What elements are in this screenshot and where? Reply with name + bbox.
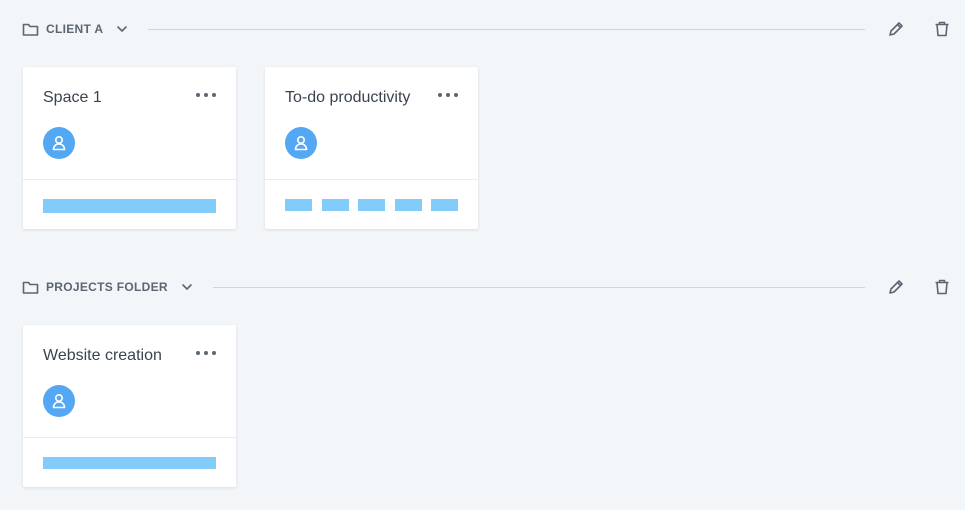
space-card[interactable]: To-do productivity xyxy=(265,67,478,229)
folder-actions xyxy=(885,18,965,40)
delete-folder-button[interactable] xyxy=(931,276,953,298)
folder-header: CLIENT A xyxy=(22,14,965,44)
progress-bar xyxy=(43,199,216,213)
edit-folder-button[interactable] xyxy=(885,18,907,40)
folder-name: PROJECTS FOLDER xyxy=(46,280,168,294)
more-dots-icon[interactable] xyxy=(438,87,458,103)
pencil-icon xyxy=(889,280,903,294)
user-icon xyxy=(52,135,66,151)
user-icon xyxy=(294,135,308,151)
avatar xyxy=(43,385,75,417)
avatar xyxy=(43,127,75,159)
progress-segment xyxy=(431,199,458,211)
chevron-down-icon[interactable] xyxy=(116,23,128,35)
card-divider xyxy=(23,437,236,438)
folder-divider xyxy=(148,28,865,30)
pencil-icon xyxy=(889,22,903,36)
progress-segment xyxy=(321,199,349,211)
progress-segment xyxy=(285,199,312,211)
progress-segments xyxy=(285,199,458,211)
space-card[interactable]: Space 1 xyxy=(23,67,236,229)
card-title: Space 1 xyxy=(43,89,102,106)
progress-segment xyxy=(358,199,385,211)
folder-header: PROJECTS FOLDER xyxy=(22,272,965,302)
edit-folder-button[interactable] xyxy=(885,276,907,298)
card-divider xyxy=(265,179,478,180)
folder-divider xyxy=(212,286,865,288)
avatar xyxy=(285,127,317,159)
folder-client-a: CLIENT A xyxy=(0,14,965,44)
user-icon xyxy=(52,393,66,409)
more-dots-icon[interactable] xyxy=(196,87,216,103)
progress-bar xyxy=(43,457,216,469)
folder-name: CLIENT A xyxy=(46,22,104,36)
card-title: To-do productivity xyxy=(285,89,411,106)
folder-actions xyxy=(885,276,965,298)
trash-icon xyxy=(935,21,949,37)
delete-folder-button[interactable] xyxy=(931,18,953,40)
folder-icon xyxy=(22,280,39,295)
chevron-down-icon[interactable] xyxy=(181,281,193,293)
trash-icon xyxy=(935,279,949,295)
card-title: Website creation xyxy=(43,347,162,364)
more-dots-icon[interactable] xyxy=(196,345,216,361)
folder-projects: PROJECTS FOLDER xyxy=(0,272,965,302)
folder-icon xyxy=(22,22,39,37)
card-divider xyxy=(23,179,236,180)
progress-segment xyxy=(394,199,422,211)
space-card[interactable]: Website creation xyxy=(23,325,236,487)
